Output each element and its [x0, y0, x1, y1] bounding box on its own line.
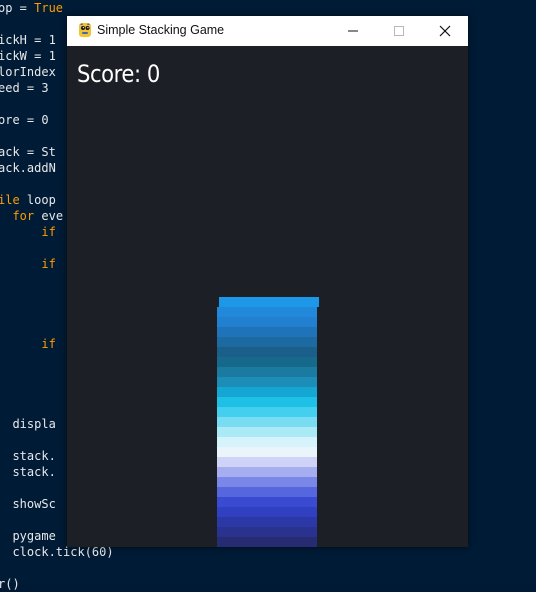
window-titlebar[interactable]: Simple Stacking Game [67, 16, 468, 46]
stack-block [217, 417, 317, 427]
code-line: displa [0, 417, 56, 431]
stack-block [217, 487, 317, 497]
block-stack [67, 46, 468, 547]
close-icon [439, 25, 451, 37]
stack-block [217, 407, 317, 417]
stack-block [217, 357, 317, 367]
stack-block [217, 437, 317, 447]
stack-block [217, 387, 317, 397]
stack-block [217, 467, 317, 477]
pygame-snake-icon [79, 23, 91, 37]
stack-block [217, 377, 317, 387]
stack-block [217, 497, 317, 507]
code-line: for eve [12, 209, 64, 223]
code-line: if [41, 225, 56, 239]
code-line: r() [0, 577, 20, 591]
game-canvas[interactable]: Score: 0 [67, 46, 468, 547]
stack-block [217, 367, 317, 377]
code-line: ickW = 1 [0, 49, 56, 63]
code-line: ickH = 1 [0, 33, 56, 47]
code-line: ile loop [0, 193, 56, 207]
stack-block [217, 307, 317, 317]
close-button[interactable] [422, 16, 468, 46]
stack-block [217, 447, 317, 457]
moving-block [219, 297, 319, 307]
code-line: lorIndex [0, 65, 56, 79]
code-line: stack. [0, 449, 56, 463]
maximize-icon [394, 26, 404, 36]
window-title: Simple Stacking Game [97, 23, 225, 37]
code-line: ack.addN [0, 161, 56, 175]
maximize-button[interactable] [376, 16, 422, 46]
stack-block [217, 427, 317, 437]
stack-block [217, 337, 317, 347]
game-window[interactable]: Simple Stacking Game Score: 0 [67, 16, 468, 547]
code-line: stack. [0, 465, 56, 479]
stack-block [217, 537, 317, 547]
code-line: if [41, 337, 56, 351]
code-line: eed = 3 [0, 81, 49, 95]
code-line: showSc [0, 497, 56, 511]
stack-block [217, 317, 317, 327]
code-line: pygame [0, 529, 56, 543]
stack-block [217, 347, 317, 357]
stack-block [217, 397, 317, 407]
stack-block [217, 507, 317, 517]
stack-block [217, 527, 317, 537]
minimize-button[interactable] [330, 16, 376, 46]
stack-block [217, 457, 317, 467]
code-line: ore = 0 [0, 113, 49, 127]
minimize-icon [348, 30, 358, 32]
stack-block [217, 477, 317, 487]
code-line: if [41, 257, 56, 271]
code-line: op = True [0, 1, 64, 15]
stack-block [217, 517, 317, 527]
code-line: ack = St [0, 145, 56, 159]
stack-block [217, 327, 317, 337]
